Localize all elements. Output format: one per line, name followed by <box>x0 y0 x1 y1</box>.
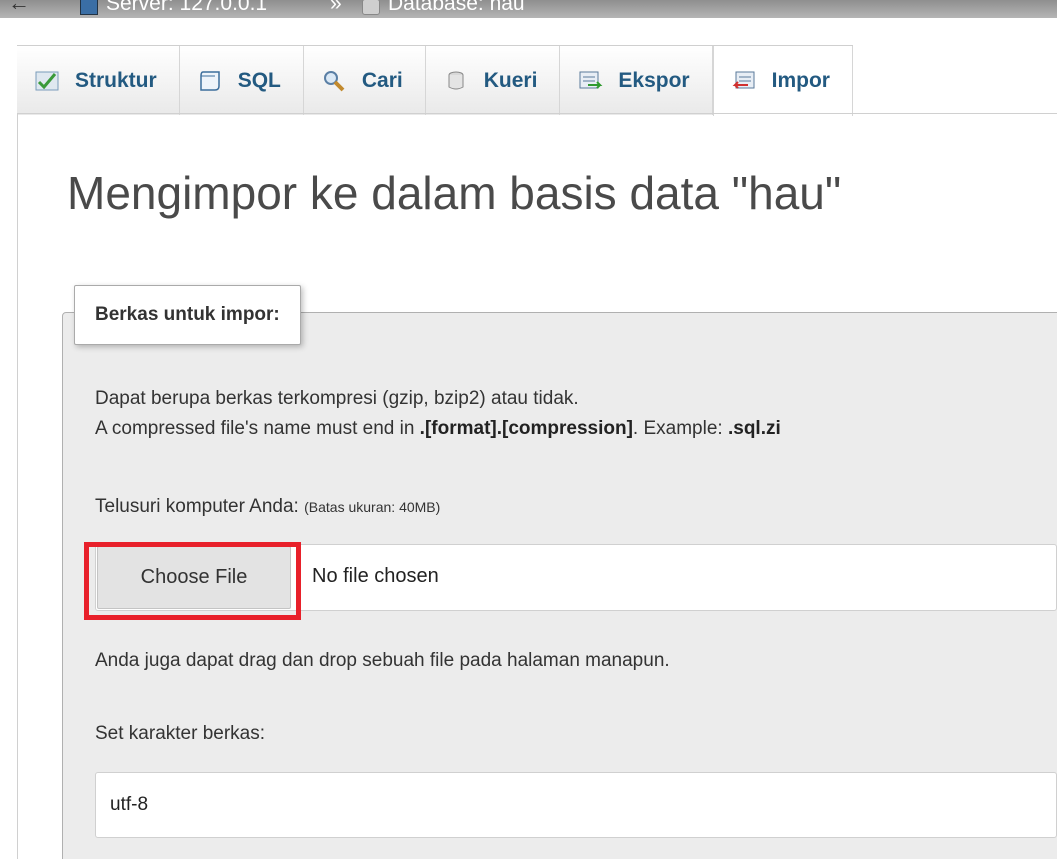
no-file-chosen-text: No file chosen <box>312 565 439 587</box>
tab-cari[interactable]: Cari <box>303 46 426 115</box>
tab-ekspor[interactable]: Ekspor <box>560 46 713 115</box>
tab-bar-divider <box>17 113 1057 114</box>
choose-file-button[interactable]: Choose File <box>97 546 291 609</box>
browse-label: Telusuri komputer Anda: (Batas ukuran: 4… <box>95 496 441 517</box>
compression-info-text: Dapat berupa berkas terkompresi (gzip, b… <box>95 388 579 409</box>
breadcrumb: ← Server: 127.0.0.1 » Database: hau <box>0 0 1057 18</box>
tab-kueri[interactable]: Kueri <box>425 46 561 115</box>
compression-format-text: A compressed file's name must end in .[f… <box>95 418 781 439</box>
tab-bar: Struktur SQL Cari Kueri Ekspor Impor <box>17 45 853 116</box>
server-icon <box>80 0 98 15</box>
database-icon <box>362 0 380 15</box>
query-icon <box>444 70 470 92</box>
search-icon <box>322 70 348 92</box>
tab-struktur[interactable]: Struktur <box>17 46 180 115</box>
import-icon <box>732 70 758 92</box>
breadcrumb-database[interactable]: Database: hau <box>362 0 525 16</box>
fieldset-legend: Berkas untuk impor: <box>74 285 301 345</box>
charset-select[interactable]: utf-8 <box>95 772 1057 838</box>
breadcrumb-server[interactable]: Server: 127.0.0.1 <box>80 0 267 16</box>
back-arrow-icon[interactable]: ← <box>8 0 30 16</box>
charset-label: Set karakter berkas: <box>95 723 266 744</box>
tab-impor[interactable]: Impor <box>712 46 853 116</box>
breadcrumb-separator: » <box>330 0 342 15</box>
page: ← Server: 127.0.0.1 » Database: hau Stru… <box>0 0 1057 859</box>
tab-sql[interactable]: SQL <box>179 46 304 115</box>
drag-drop-hint: Anda juga dapat drag dan drop sebuah fil… <box>95 650 670 671</box>
content-left-border <box>17 114 18 859</box>
structure-icon <box>35 70 61 92</box>
size-limit: (Batas ukuran: 40MB) <box>304 499 441 515</box>
export-icon <box>578 70 604 92</box>
sql-icon <box>198 70 224 92</box>
page-title: Mengimpor ke dalam basis data "hau" <box>67 167 842 219</box>
